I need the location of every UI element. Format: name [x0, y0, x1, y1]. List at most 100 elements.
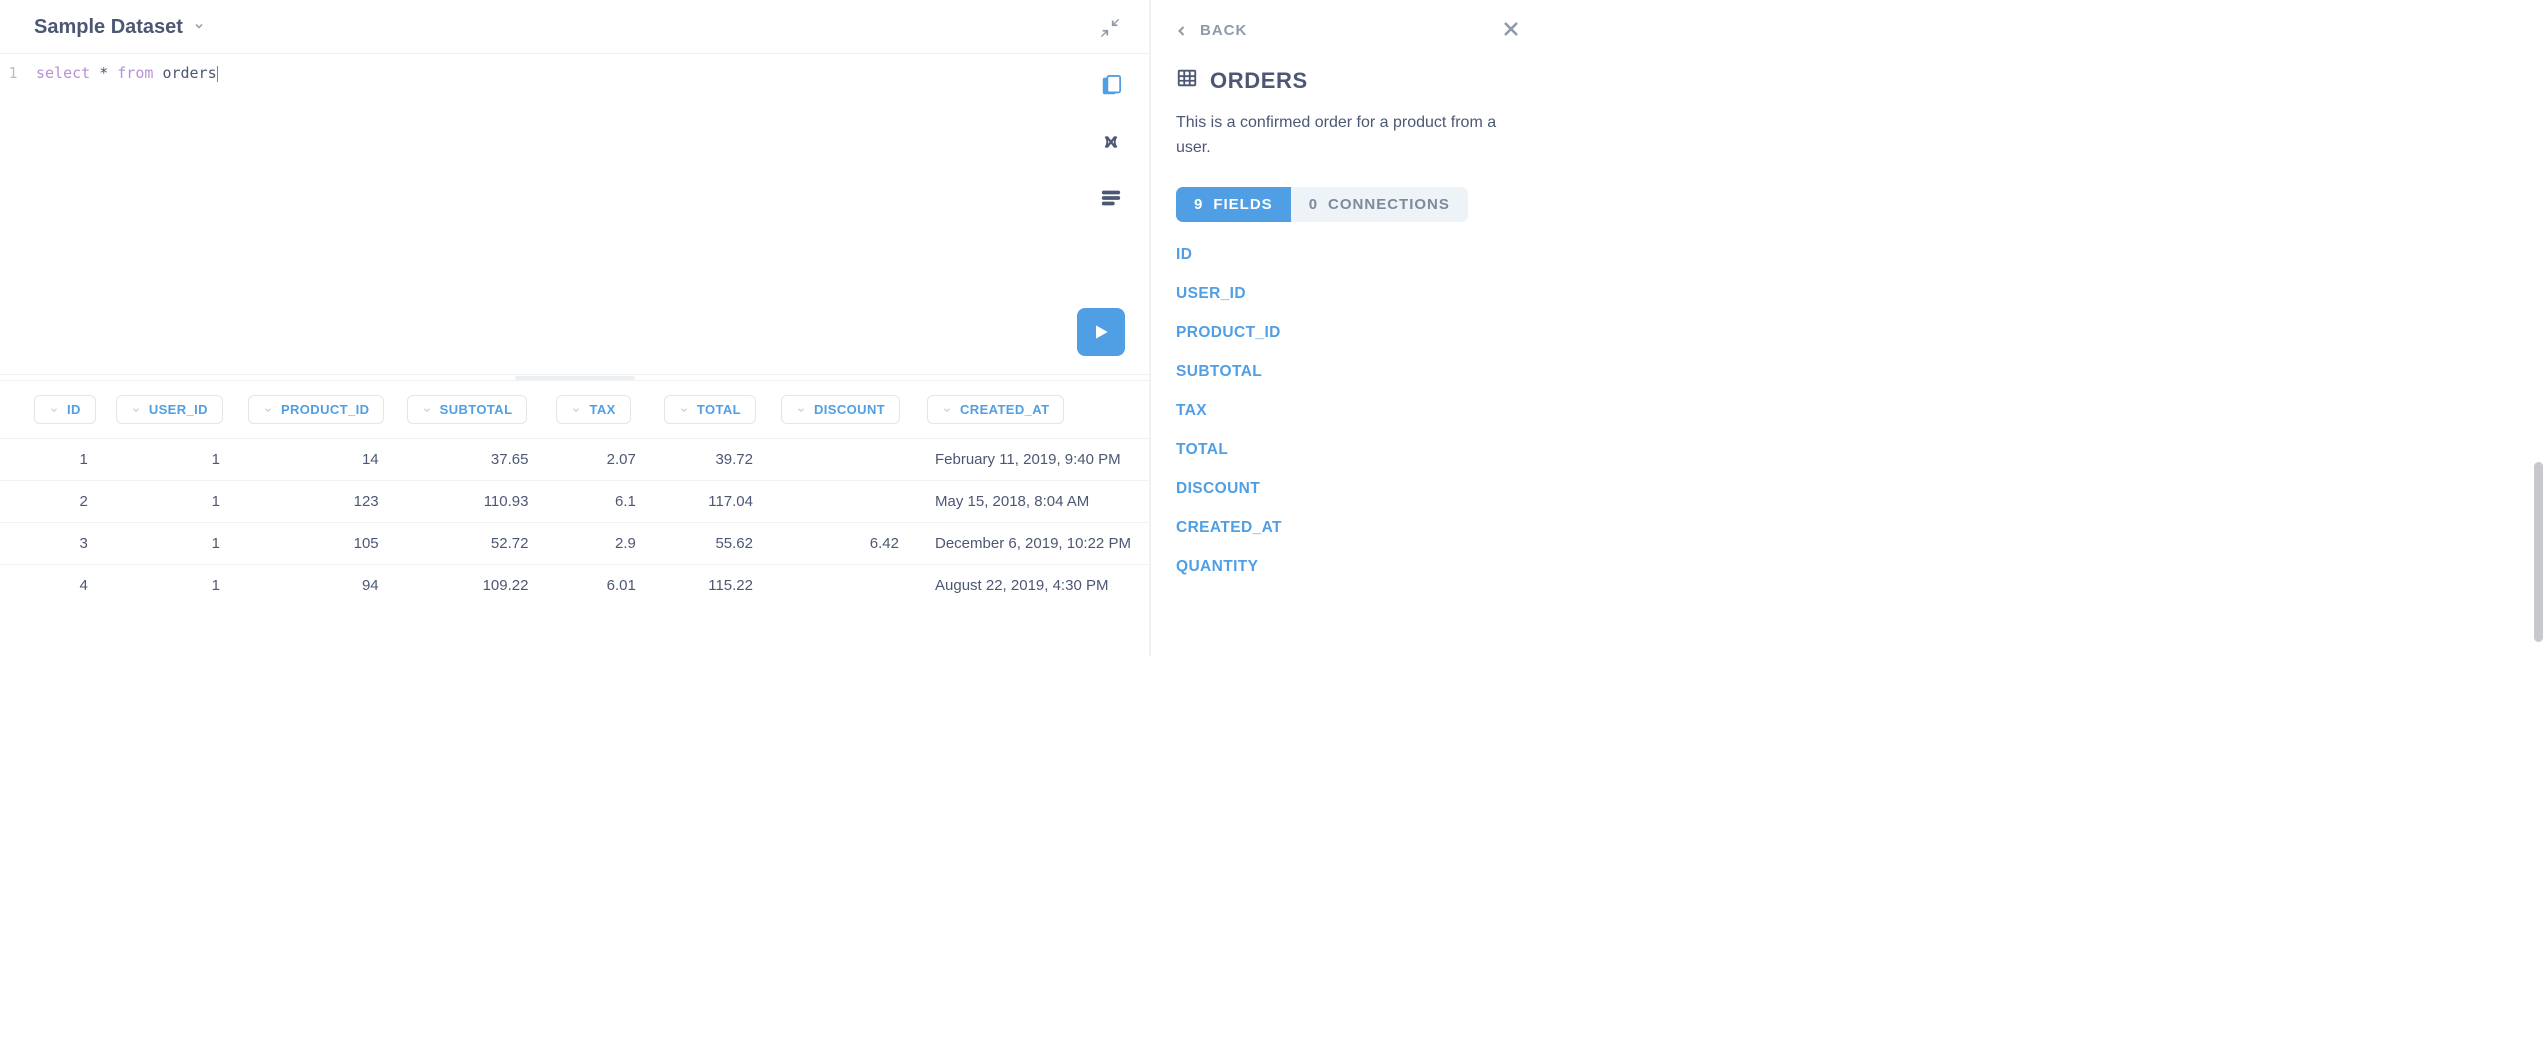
column-pill-created_at[interactable]: CREATED_AT [927, 395, 1064, 424]
tab-connections[interactable]: 0 CONNECTIONS [1291, 187, 1468, 222]
collapse-icon[interactable] [1099, 17, 1121, 39]
dataset-picker[interactable]: Sample Dataset [34, 16, 205, 39]
cell-id: 2 [0, 481, 106, 523]
column-pill-tax[interactable]: TAX [556, 395, 630, 424]
sql-editor[interactable]: 1 select * from orders [0, 54, 1149, 374]
field-item-quantity[interactable]: QUANTITY [1176, 558, 1520, 576]
column-label: ID [67, 402, 81, 417]
sql-code[interactable]: select * from orders [26, 64, 218, 364]
line-number: 1 [0, 64, 26, 82]
field-list: ID USER_ID PRODUCT_ID SUBTOTAL TAX TOTAL DISCO… [1176, 246, 1520, 576]
field-item-product_id[interactable]: PRODUCT_ID [1176, 324, 1520, 342]
cell-product_id: 94 [238, 565, 397, 607]
chevron-down-icon [422, 405, 432, 415]
reference-panel: BACK ORDERS This is a confirmed order fo… [1150, 0, 1545, 656]
field-item-subtotal[interactable]: SUBTOTAL [1176, 363, 1520, 381]
cell-user_id: 1 [106, 439, 238, 481]
column-pill-discount[interactable]: DISCOUNT [781, 395, 900, 424]
column-label: PRODUCT_ID [281, 402, 370, 417]
sql-editor-region: 1 select * from orders [0, 53, 1149, 374]
table-icon [1176, 67, 1198, 95]
field-item-created_at[interactable]: CREATED_AT [1176, 519, 1520, 537]
connections-label: CONNECTIONS [1328, 196, 1450, 213]
table-row[interactable]: 111437.652.0739.72February 11, 2019, 9:4… [0, 439, 1149, 481]
editor-header: Sample Dataset [0, 0, 1149, 53]
column-pill-product_id[interactable]: PRODUCT_ID [248, 395, 385, 424]
panel-segmented-control: 9 FIELDS 0 CONNECTIONS [1176, 187, 1468, 222]
cell-total: 39.72 [654, 439, 771, 481]
cell-total: 115.22 [654, 565, 771, 607]
cell-discount: 6.42 [771, 523, 917, 565]
cell-discount [771, 565, 917, 607]
tab-fields[interactable]: 9 FIELDS [1176, 187, 1291, 222]
field-item-tax[interactable]: TAX [1176, 402, 1520, 420]
column-pill-total[interactable]: TOTAL [664, 395, 756, 424]
column-label: DISCOUNT [814, 402, 885, 417]
data-reference-icon[interactable] [1097, 72, 1125, 100]
cell-subtotal: 37.65 [397, 439, 547, 481]
column-pill-subtotal[interactable]: SUBTOTAL [407, 395, 528, 424]
chevron-down-icon [796, 405, 806, 415]
results-region: ID USER_ID PRODUCT_ID SUBTOTAL TAX TOTAL DISCO… [0, 381, 1149, 656]
cell-created_at: February 11, 2019, 9:40 PM [917, 439, 1149, 481]
chevron-down-icon [942, 405, 952, 415]
cell-tax: 2.9 [546, 523, 653, 565]
close-panel-button[interactable] [1502, 20, 1520, 41]
chevron-down-icon [571, 405, 581, 415]
field-item-user_id[interactable]: USER_ID [1176, 285, 1520, 303]
cell-created_at: May 15, 2018, 8:04 AM [917, 481, 1149, 523]
fields-label: FIELDS [1213, 196, 1272, 213]
column-label: USER_ID [149, 402, 208, 417]
chevron-down-icon [131, 405, 141, 415]
chevron-down-icon [49, 405, 59, 415]
dataset-name: Sample Dataset [34, 16, 183, 39]
chevron-down-icon [193, 20, 205, 35]
cell-created_at: August 22, 2019, 4:30 PM [917, 565, 1149, 607]
cell-subtotal: 109.22 [397, 565, 547, 607]
scrollbar-thumb[interactable] [2534, 462, 2543, 642]
panel-title: ORDERS [1210, 68, 1308, 94]
identifier-orders: orders [162, 64, 216, 82]
panel-description: This is a confirmed order for a product … [1176, 111, 1520, 161]
editor-tools [1097, 72, 1125, 212]
cell-tax: 6.01 [546, 565, 653, 607]
cell-total: 117.04 [654, 481, 771, 523]
field-item-discount[interactable]: DISCOUNT [1176, 480, 1520, 498]
snippets-icon[interactable] [1097, 184, 1125, 212]
cell-subtotal: 52.72 [397, 523, 547, 565]
column-label: SUBTOTAL [440, 402, 513, 417]
cell-product_id: 123 [238, 481, 397, 523]
column-pill-id[interactable]: ID [34, 395, 96, 424]
cell-subtotal: 110.93 [397, 481, 547, 523]
variables-icon[interactable] [1097, 128, 1125, 156]
chevron-down-icon [263, 405, 273, 415]
cell-id: 3 [0, 523, 106, 565]
column-header-total: TOTAL [654, 381, 771, 439]
table-row[interactable]: 4194109.226.01115.22August 22, 2019, 4:3… [0, 565, 1149, 607]
cell-id: 1 [0, 439, 106, 481]
keyword-from: from [117, 64, 153, 82]
results-table: ID USER_ID PRODUCT_ID SUBTOTAL TAX TOTAL DISCO… [0, 381, 1149, 606]
chevron-down-icon [679, 405, 689, 415]
column-header-tax: TAX [546, 381, 653, 439]
column-header-product_id: PRODUCT_ID [238, 381, 397, 439]
field-item-total[interactable]: TOTAL [1176, 441, 1520, 459]
column-header-user_id: USER_ID [106, 381, 238, 439]
field-item-id[interactable]: ID [1176, 246, 1520, 264]
cell-product_id: 14 [238, 439, 397, 481]
cell-total: 55.62 [654, 523, 771, 565]
run-query-button[interactable] [1077, 308, 1125, 356]
table-row[interactable]: 21123110.936.1117.04May 15, 2018, 8:04 A… [0, 481, 1149, 523]
column-label: CREATED_AT [960, 402, 1049, 417]
column-header-created_at: CREATED_AT [917, 381, 1149, 439]
token-star: * [99, 64, 108, 82]
column-pill-user_id[interactable]: USER_ID [116, 395, 223, 424]
cell-discount [771, 481, 917, 523]
resize-handle[interactable] [0, 374, 1149, 381]
column-header-subtotal: SUBTOTAL [397, 381, 547, 439]
back-button[interactable]: BACK [1176, 22, 1247, 39]
cell-id: 4 [0, 565, 106, 607]
table-row[interactable]: 3110552.722.955.626.42December 6, 2019, … [0, 523, 1149, 565]
cell-tax: 2.07 [546, 439, 653, 481]
column-header-id: ID [0, 381, 106, 439]
